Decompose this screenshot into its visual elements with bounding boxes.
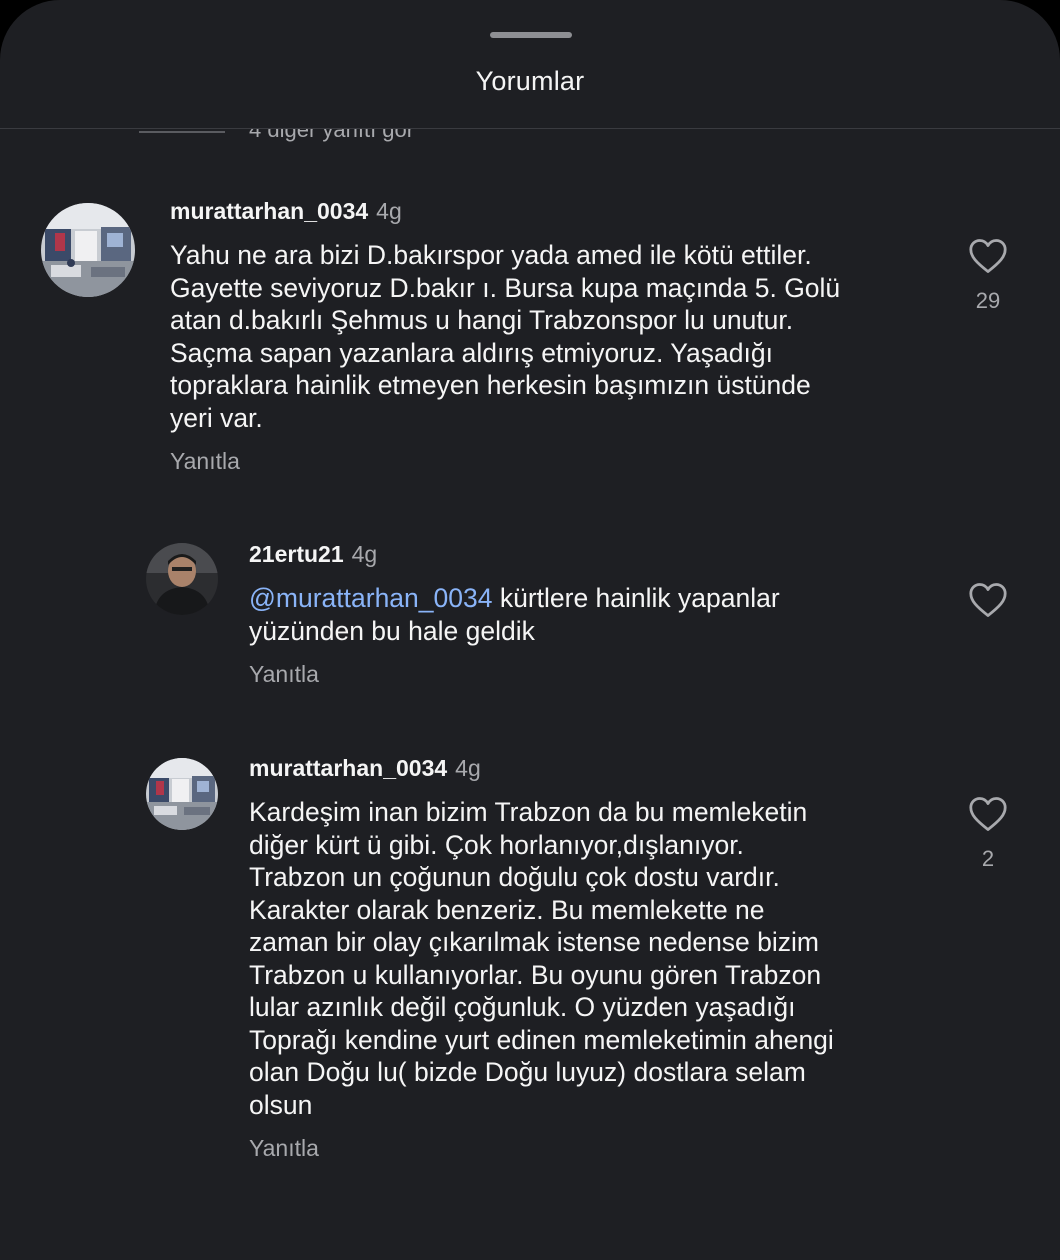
avatar-image [41, 203, 135, 297]
username[interactable]: murattarhan_0034 [170, 198, 368, 224]
heart-outline-icon[interactable] [968, 582, 1008, 618]
username[interactable]: 21ertu21 [249, 541, 344, 567]
mention-link[interactable]: @murattarhan_0034 [249, 583, 492, 613]
heart-outline-icon[interactable] [968, 238, 1008, 274]
like-count: 29 [975, 288, 1001, 313]
username[interactable]: murattarhan_0034 [249, 755, 447, 781]
comment-text: Kardeşim inan bizim Trabzon da bu memlek… [249, 797, 834, 1120]
like-group: 2 [958, 796, 1018, 872]
avatar[interactable] [41, 203, 135, 297]
comment-meta: murattarhan_0034 4g [170, 198, 402, 225]
timestamp: 4g [351, 541, 378, 567]
page-title: Yorumlar [475, 66, 585, 96]
avatar[interactable] [146, 758, 218, 830]
reply-button[interactable]: Yanıtla [170, 448, 240, 475]
comment-text: @murattarhan_0034 kürtlere hainlik yapan… [249, 582, 949, 647]
like-group: 29 [958, 238, 1018, 314]
avatar-image [146, 543, 218, 615]
comment-meta: 21ertu21 4g [249, 541, 377, 568]
comment-meta: murattarhan_0034 4g [249, 755, 481, 782]
heart-outline-icon[interactable] [968, 796, 1008, 832]
reply-button[interactable]: Yanıtla [249, 661, 319, 688]
reply-button[interactable]: Yanıtla [249, 1135, 319, 1162]
view-more-replies-label: 4 diğer yanıtı gör [249, 129, 415, 142]
comments-sheet: Yorumlar 4 diğer yanıtı gör murattarhan_ [0, 0, 1060, 1260]
view-more-replies[interactable]: 4 diğer yanıtı gör [0, 129, 1060, 149]
comment-text: Yahu ne ara bizi D.bakırspor yada amed i… [170, 240, 841, 433]
replies-line [139, 131, 225, 133]
like-group [958, 582, 1018, 632]
sheet-drag-handle[interactable] [490, 32, 572, 38]
timestamp: 4g [376, 198, 402, 224]
timestamp: 4g [455, 755, 481, 781]
avatar[interactable] [146, 543, 218, 615]
like-count: 2 [981, 846, 995, 871]
avatar-image [146, 758, 218, 830]
